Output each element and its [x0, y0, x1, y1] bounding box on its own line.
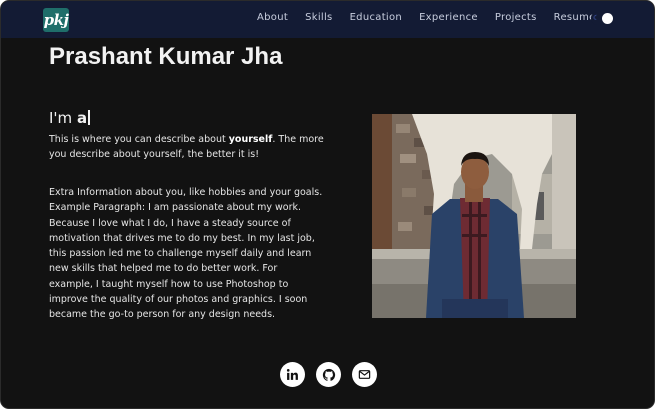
extra-information: Extra Information about you, like hobbie…: [49, 187, 323, 321]
github-icon: [322, 368, 335, 381]
short-description: This is where you can describe about you…: [49, 132, 324, 162]
typed-intro: I'm a: [49, 109, 91, 127]
logo-text: pkj: [43, 10, 69, 29]
logo[interactable]: pkj: [43, 8, 69, 32]
nav-link-education[interactable]: Education: [350, 12, 403, 23]
description-bold: yourself: [228, 134, 273, 145]
nav-link-about[interactable]: About: [257, 12, 288, 23]
description-before: This is where you can describe about: [49, 134, 229, 145]
nav-link-resume[interactable]: Resume: [554, 12, 596, 23]
linkedin-button[interactable]: [280, 362, 305, 387]
nav-links: About Skills Education Experience Projec…: [257, 12, 613, 23]
nav-link-experience[interactable]: Experience: [419, 12, 478, 23]
mail-button[interactable]: [352, 362, 377, 387]
linkedin-icon: [286, 369, 298, 380]
toggle-knob: [602, 13, 613, 24]
profile-photo: [372, 114, 576, 318]
intro-prefix: I'm: [49, 109, 77, 127]
theme-toggle[interactable]: ☾: [591, 12, 614, 25]
moon-icon: ☾: [593, 15, 600, 22]
intro-typed-text: a: [76, 109, 88, 127]
nav-link-skills[interactable]: Skills: [305, 12, 332, 23]
mail-icon: [358, 370, 371, 379]
social-links: [280, 362, 388, 387]
navbar: pkj About Skills Education Experience Pr…: [1, 1, 654, 38]
github-button[interactable]: [316, 362, 341, 387]
portfolio-page: pkj About Skills Education Experience Pr…: [0, 0, 655, 409]
page-title: Prashant Kumar Jha: [49, 43, 283, 70]
typing-cursor: [88, 110, 91, 125]
nav-link-projects[interactable]: Projects: [495, 12, 537, 23]
